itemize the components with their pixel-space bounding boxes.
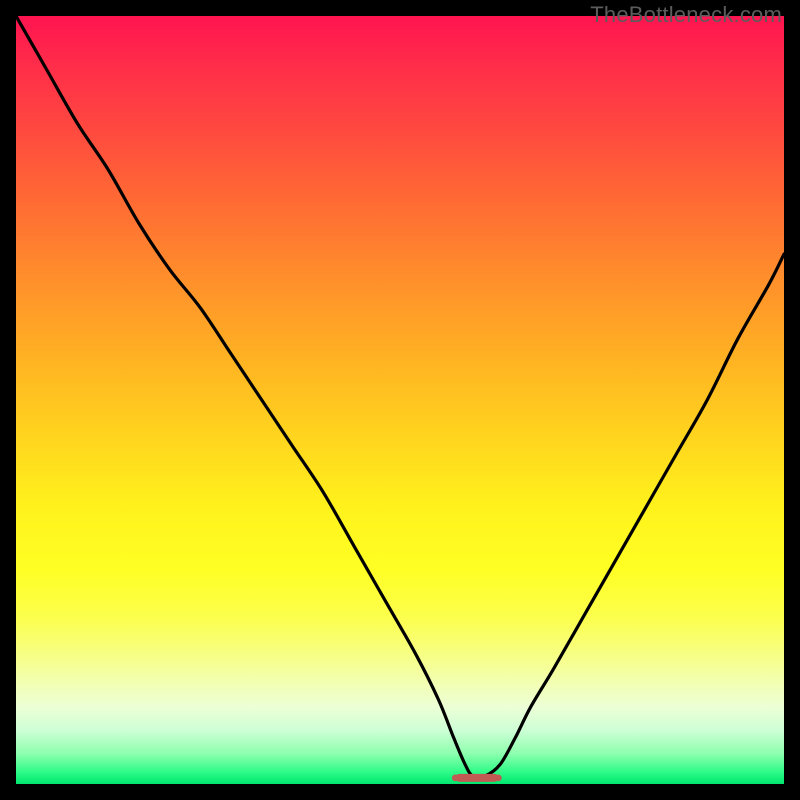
minimum-marker xyxy=(452,774,502,782)
chart-stage: TheBottleneck.com xyxy=(0,0,800,800)
plot-area xyxy=(16,16,784,784)
watermark-text: TheBottleneck.com xyxy=(590,2,782,28)
chart-svg xyxy=(16,16,784,784)
bottleneck-curve xyxy=(16,16,784,778)
